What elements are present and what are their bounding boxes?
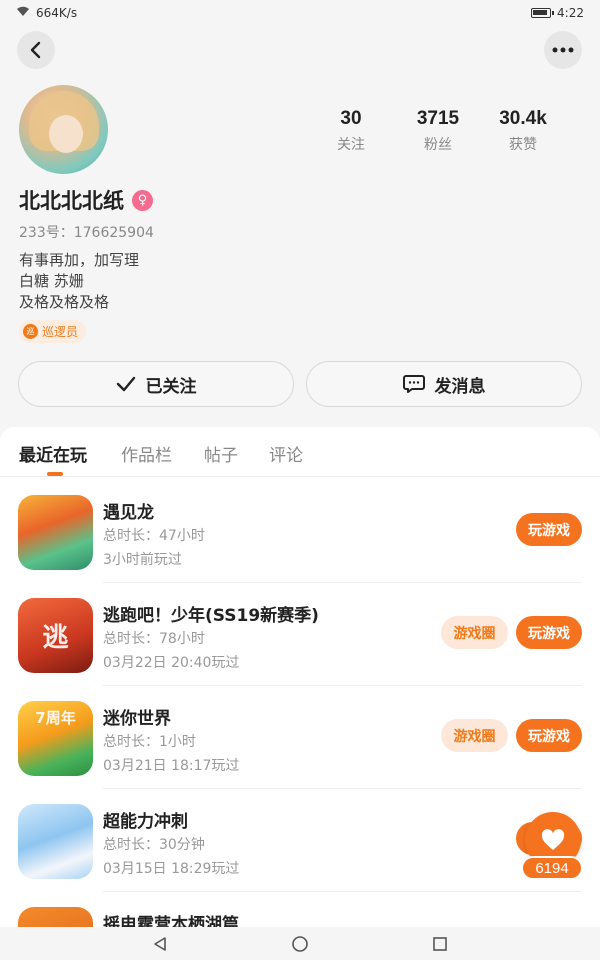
game-last-played: 03月22日 20:40玩过 <box>103 655 240 671</box>
like-count-badge: 6194 <box>521 856 583 880</box>
followed-button[interactable]: 已关注 <box>18 361 294 407</box>
status-bar: 664K/s 4:22 <box>0 0 600 26</box>
stat-label: 关注 <box>337 137 365 153</box>
tab-works[interactable]: 作品栏 <box>121 441 172 466</box>
game-title: 逃跑吧！少年(SS19新赛季) <box>103 606 319 626</box>
play-game-button[interactable]: 玩游戏 <box>516 616 582 649</box>
more-options-button[interactable] <box>544 31 582 69</box>
content-panel: 最近在玩 作品栏 帖子 评论 遇见龙 总时长：47小时 3小时前玩过 玩游戏 逃… <box>0 427 600 937</box>
username-row: 北北北北纸 ♀ <box>19 185 153 215</box>
stat-value: 3715 <box>416 108 460 129</box>
role-tag[interactable]: 巡 巡逻员 <box>19 320 87 343</box>
battery-icon <box>531 8 555 18</box>
stat-label: 获赞 <box>509 137 537 153</box>
game-list-item[interactable]: 超能力冲刺 总时长：30分钟 03月15日 18:29玩过 玩游戏 <box>0 789 600 892</box>
send-message-label: 发消息 <box>434 376 486 397</box>
super-sprint-game-icon[interactable] <box>18 804 93 879</box>
role-label: 巡逻员 <box>42 325 79 339</box>
game-duration: 总时长：78小时 <box>103 631 205 647</box>
female-icon: ♀ <box>132 189 153 211</box>
game-last-played: 03月15日 18:29玩过 <box>103 861 240 877</box>
avatar[interactable] <box>19 85 108 174</box>
mini-world-game-icon[interactable]: 7周年 <box>18 701 93 776</box>
game-duration: 总时长：30分钟 <box>103 837 205 853</box>
nav-recents-button[interactable] <box>430 934 450 954</box>
clock: 4:22 <box>557 6 584 20</box>
game-list-item[interactable]: 遇见龙 总时长：47小时 3小时前玩过 玩游戏 <box>0 480 600 583</box>
stat-followers[interactable]: 3715 粉丝 <box>393 108 483 154</box>
escape-game-icon[interactable]: 逃 <box>18 598 93 673</box>
dragon-game-icon[interactable] <box>18 495 93 570</box>
game-title: 遇见龙 <box>103 503 154 523</box>
back-button[interactable] <box>17 31 55 69</box>
game-list-item[interactable]: 逃 逃跑吧！少年(SS19新赛季) 总时长：78小时 03月22日 20:40玩… <box>0 583 600 686</box>
bio: 有事再加，加写理 白糖 苏姗 及格及格及格 <box>19 250 139 313</box>
chevron-left-icon <box>30 41 41 59</box>
escape-game-icon-glyph: 逃 <box>42 623 69 653</box>
game-circle-button[interactable]: 游戏圈 <box>441 616 508 649</box>
net-speed: 664K/s <box>36 6 78 20</box>
bio-line: 有事再加，加写理 <box>19 251 140 269</box>
user-id: 233号：176625904 <box>19 225 154 241</box>
stat-value: 30 <box>340 108 362 129</box>
send-message-button[interactable]: 发消息 <box>306 361 582 407</box>
checkmark-icon <box>116 376 135 392</box>
patrol-badge-icon: 巡 <box>23 324 38 339</box>
play-game-button[interactable]: 玩游戏 <box>516 513 582 546</box>
heart-icon <box>541 829 565 850</box>
game-duration: 总时长：1小时 <box>103 734 196 750</box>
tab-posts[interactable]: 帖子 <box>204 441 238 466</box>
nav-back-button[interactable] <box>150 934 170 954</box>
chat-bubble-icon <box>402 375 425 393</box>
circle-home-icon <box>292 936 308 952</box>
triangle-back-icon <box>154 937 166 951</box>
stat-value: 30.4k <box>499 108 547 129</box>
more-dots-icon <box>552 47 574 53</box>
stat-likes[interactable]: 30.4k 获赞 <box>478 108 568 154</box>
play-game-button[interactable]: 玩游戏 <box>516 719 582 752</box>
avatar-face <box>49 115 83 153</box>
username: 北北北北纸 <box>19 189 124 213</box>
network-indicator: 664K/s <box>16 6 77 20</box>
game-last-played: 03月21日 18:17玩过 <box>103 758 240 774</box>
square-recents-icon <box>433 937 447 951</box>
stat-label: 粉丝 <box>424 137 452 153</box>
tab-bar: 最近在玩 作品栏 帖子 评论 <box>0 427 600 477</box>
game-list-item[interactable]: 7周年 迷你世界 总时长：1小时 03月21日 18:17玩过 游戏圈 玩游戏 <box>0 686 600 789</box>
game-duration: 总时长：47小时 <box>103 528 205 544</box>
mini-world-game-icon-glyph: 7周年 <box>35 709 76 727</box>
game-circle-button[interactable]: 游戏圈 <box>441 719 508 752</box>
tab-indicator <box>47 472 63 476</box>
stat-following[interactable]: 30 关注 <box>306 108 396 154</box>
bio-line: 及格及格及格 <box>19 293 110 311</box>
game-last-played: 3小时前玩过 <box>103 552 182 568</box>
system-nav-bar <box>0 927 600 960</box>
game-title: 迷你世界 <box>103 709 171 729</box>
bio-line: 白糖 苏姗 <box>19 272 84 290</box>
wifi-icon <box>16 6 30 20</box>
followed-label: 已关注 <box>145 376 197 397</box>
tab-comments[interactable]: 评论 <box>269 441 303 466</box>
game-title: 超能力冲刺 <box>103 812 188 832</box>
tab-recently-played[interactable]: 最近在玩 <box>19 441 87 466</box>
nav-home-button[interactable] <box>290 934 310 954</box>
